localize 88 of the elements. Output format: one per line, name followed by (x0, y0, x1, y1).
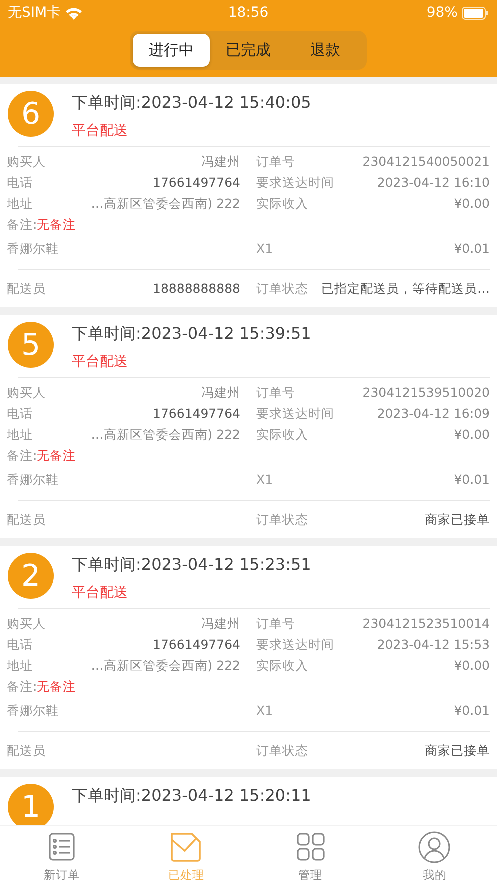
product-name: 香娜尔鞋 (7, 471, 59, 489)
field-value: 18888888888 (153, 280, 240, 298)
carrier-text: 无SIM卡 (8, 4, 62, 22)
order-time: 下单时间:2023-04-12 15:23:51 (72, 555, 312, 576)
order-number: 6 (8, 91, 54, 137)
field-label: 实际收入 (256, 657, 308, 675)
field-value: 商家已接单 (425, 511, 490, 529)
delivery-type: 平台配送 (72, 353, 129, 371)
user-icon (418, 830, 452, 864)
field-label: 订单状态 (256, 280, 308, 298)
field-value: 已指定配送员，等待配送员… (322, 280, 490, 298)
field-label: 购买人 (7, 615, 46, 633)
field-label: 订单状态 (256, 742, 308, 760)
product-quantity: X1 (256, 240, 274, 258)
order-number: 1 (8, 784, 54, 825)
field-value: …高新区管委会西南) 222 (91, 195, 240, 213)
order-card[interactable]: 6 下单时间:2023-04-12 15:40:05 平台配送 购买人 冯建州 订单号 2304121540050021 电话 17661497764 要求送达时间 2023-04-12 16:10 地址 …高新区管委会西南) 222 实际收入 ¥0.00 备注:无备注 香娜尔鞋 X1 ¥0.01 配送员 18888888888 订单状态 已指定配送员，等待配送员… (0, 84, 497, 307)
product-price: ¥0.01 (454, 702, 490, 720)
field-label: 地址 (7, 195, 33, 213)
field-label: 电话 (7, 405, 33, 423)
tab-bar-item[interactable]: 我的 (372, 826, 497, 883)
battery-icon (462, 6, 489, 20)
field-label: 实际收入 (256, 195, 308, 213)
product-quantity: X1 (256, 471, 274, 489)
segment-tab[interactable]: 进行中 (133, 34, 210, 67)
field-value: 2304121540050021 (362, 153, 490, 171)
product-quantity: X1 (256, 702, 274, 720)
field-value: 2304121539510020 (362, 384, 490, 402)
field-value: 冯建州 (202, 384, 240, 402)
field-label: 购买人 (7, 153, 46, 171)
segment-tab[interactable]: 已完成 (210, 34, 287, 67)
field-value: 17661497764 (153, 174, 240, 192)
field-value: ¥0.00 (454, 426, 490, 444)
remark-text: 备注:无备注 (7, 678, 78, 696)
order-time: 下单时间:2023-04-12 15:20:11 (72, 786, 312, 807)
segment-tab[interactable]: 退款 (287, 34, 364, 67)
tab-bar-item[interactable]: 新订单 (0, 826, 124, 883)
field-label: 实际收入 (256, 426, 308, 444)
product-name: 香娜尔鞋 (7, 240, 59, 258)
order-time: 下单时间:2023-04-12 15:39:51 (72, 324, 312, 345)
remark-text: 备注:无备注 (7, 447, 78, 465)
field-value: 2023-04-12 16:10 (377, 174, 490, 192)
field-value: 2304121523510014 (362, 615, 490, 633)
clock-text: 18:56 (228, 5, 269, 21)
field-label: 要求送达时间 (256, 405, 334, 423)
delivery-type: 平台配送 (72, 584, 129, 602)
field-label: 订单号 (256, 384, 296, 402)
envelope-icon (169, 830, 204, 864)
remark-text: 备注:无备注 (7, 216, 78, 234)
field-value: 冯建州 (202, 153, 240, 171)
field-label: 要求送达时间 (256, 636, 334, 654)
grid-icon (296, 832, 326, 862)
field-label: 电话 (7, 636, 33, 654)
field-label: 购买人 (7, 384, 46, 402)
field-label: 配送员 (7, 280, 46, 298)
field-value: 冯建州 (202, 615, 240, 633)
field-value: …高新区管委会西南) 222 (91, 657, 240, 675)
field-value: 商家已接单 (425, 742, 490, 760)
field-label: 地址 (7, 426, 33, 444)
product-price: ¥0.01 (454, 471, 490, 489)
order-number: 5 (8, 322, 54, 368)
field-value: ¥0.00 (454, 657, 490, 675)
field-value: …高新区管委会西南) 222 (91, 426, 240, 444)
field-label: 订单号 (256, 615, 296, 633)
field-label: 电话 (7, 174, 33, 192)
product-price: ¥0.01 (454, 240, 490, 258)
field-value: 2023-04-12 16:09 (377, 405, 490, 423)
battery-text: 98% (426, 5, 458, 21)
order-time-strip[interactable]: 1 下单时间:2023-04-12 15:20:11 (0, 777, 497, 825)
list-icon (48, 832, 76, 862)
order-card[interactable]: 5 下单时间:2023-04-12 15:39:51 平台配送 购买人 冯建州 订单号 2304121539510020 电话 17661497764 要求送达时间 2023-04-12 16:09 地址 …高新区管委会西南) 222 实际收入 ¥0.00 备注:无备注 香娜尔鞋 X1 ¥0.01 配送员 订单状态 商家已接单 (0, 315, 497, 538)
order-time: 下单时间:2023-04-12 15:40:05 (72, 93, 312, 114)
field-label: 订单状态 (256, 511, 308, 529)
field-label: 地址 (7, 657, 33, 675)
field-value: 2023-04-12 15:53 (377, 636, 490, 654)
order-card[interactable]: 2 下单时间:2023-04-12 15:23:51 平台配送 购买人 冯建州 订单号 2304121523510014 电话 17661497764 要求送达时间 2023-04-12 15:53 地址 …高新区管委会西南) 222 实际收入 ¥0.00 备注:无备注 香娜尔鞋 X1 ¥0.01 配送员 订单状态 商家已接单 (0, 546, 497, 769)
field-value: 17661497764 (153, 405, 240, 423)
field-label: 要求送达时间 (256, 174, 334, 192)
field-value: 17661497764 (153, 636, 240, 654)
field-label: 配送员 (7, 742, 46, 760)
order-number: 2 (8, 553, 54, 599)
field-value: ¥0.00 (454, 195, 490, 213)
wifi-icon (65, 6, 84, 20)
field-label: 配送员 (7, 511, 46, 529)
tab-bar-item[interactable]: 管理 (248, 826, 373, 883)
product-name: 香娜尔鞋 (7, 702, 59, 720)
field-label: 订单号 (256, 153, 296, 171)
delivery-type: 平台配送 (72, 122, 129, 140)
